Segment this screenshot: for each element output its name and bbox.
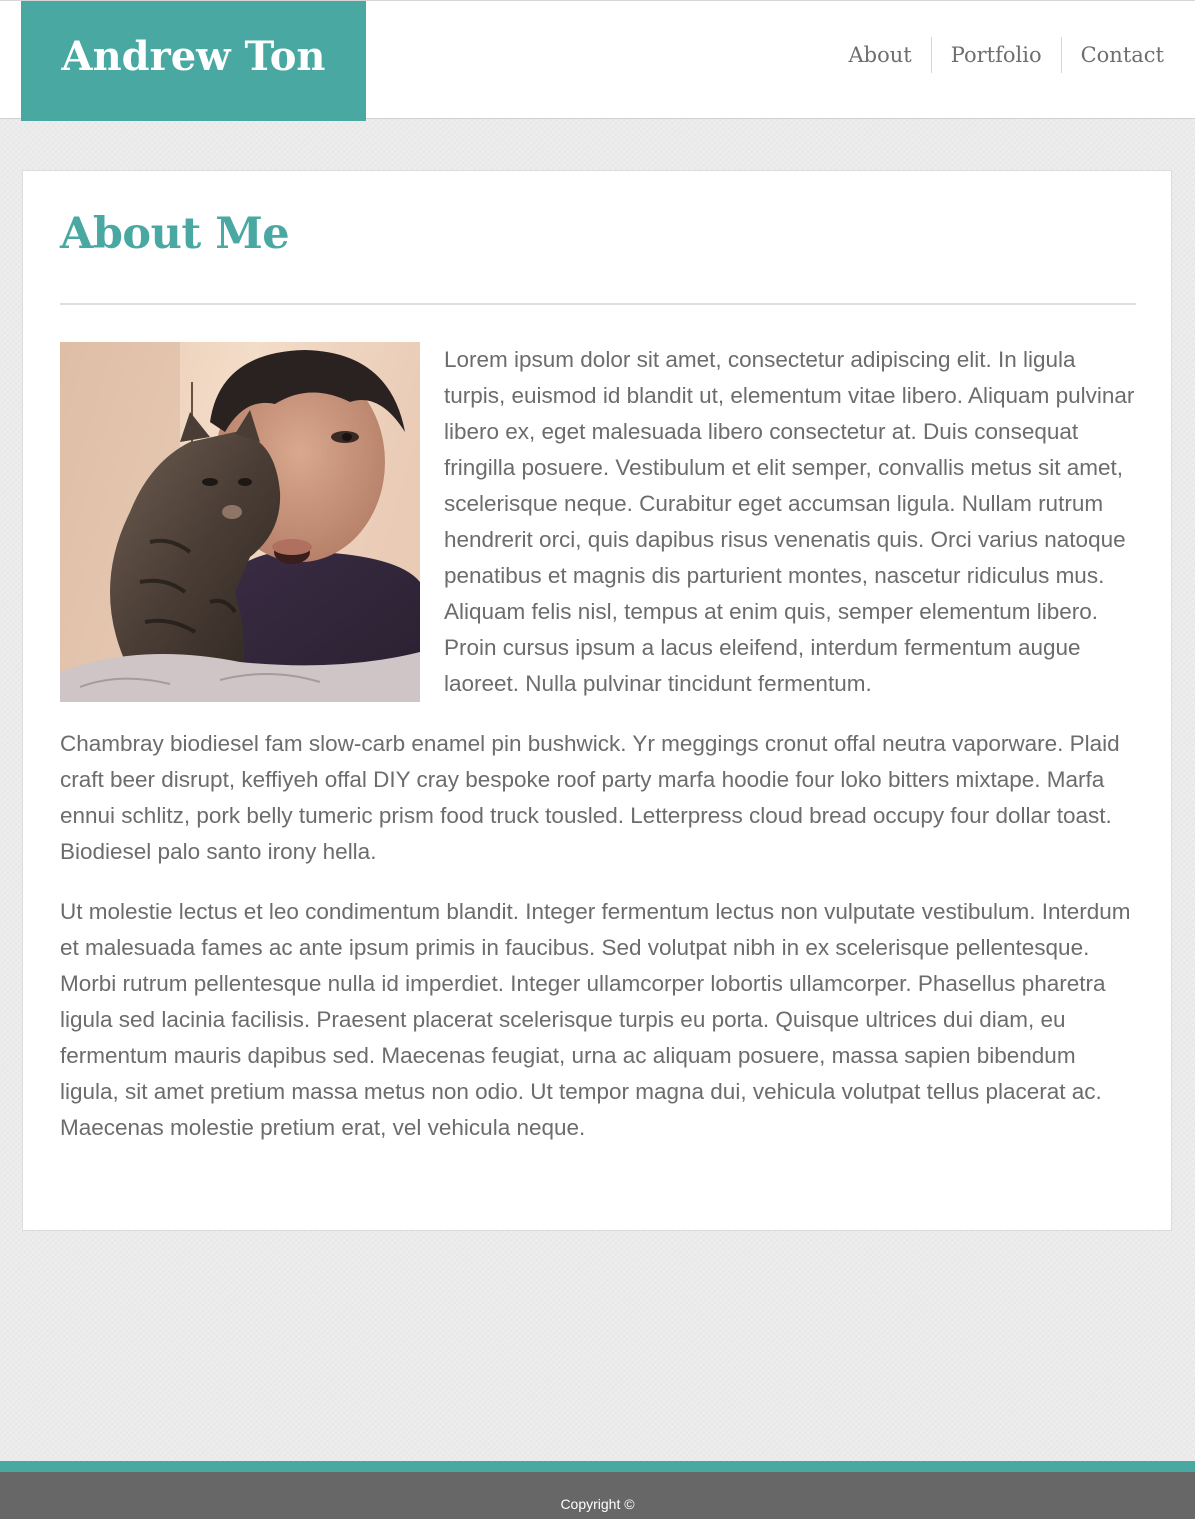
page-title: About Me — [60, 209, 290, 259]
about-content: Lorem ipsum dolor sit amet, consectetur … — [60, 342, 1136, 1170]
about-paragraph: Ut molestie lectus et leo condimentum bl… — [60, 899, 1131, 1140]
site-title: Andrew Ton — [61, 32, 326, 80]
site-footer: Copyright © — [0, 1472, 1195, 1519]
profile-photo — [60, 342, 420, 702]
site-logo[interactable]: Andrew Ton — [21, 1, 366, 121]
nav-link-contact[interactable]: Contact — [1060, 37, 1183, 73]
nav-link-about[interactable]: About — [829, 37, 930, 73]
about-paragraph: Chambray biodiesel fam slow-carb enamel … — [60, 731, 1120, 864]
copyright-text: Copyright © — [560, 1495, 635, 1512]
about-card: About Me Lorem ipsum dolor sit amet, con… — [22, 170, 1172, 1231]
nav-link-portfolio[interactable]: Portfolio — [930, 37, 1061, 73]
site-header: Andrew Ton About Portfolio Contact — [0, 0, 1195, 121]
main-nav: About Portfolio Contact — [829, 37, 1183, 73]
footer-accent-bar — [0, 1461, 1195, 1472]
title-divider — [60, 303, 1136, 305]
